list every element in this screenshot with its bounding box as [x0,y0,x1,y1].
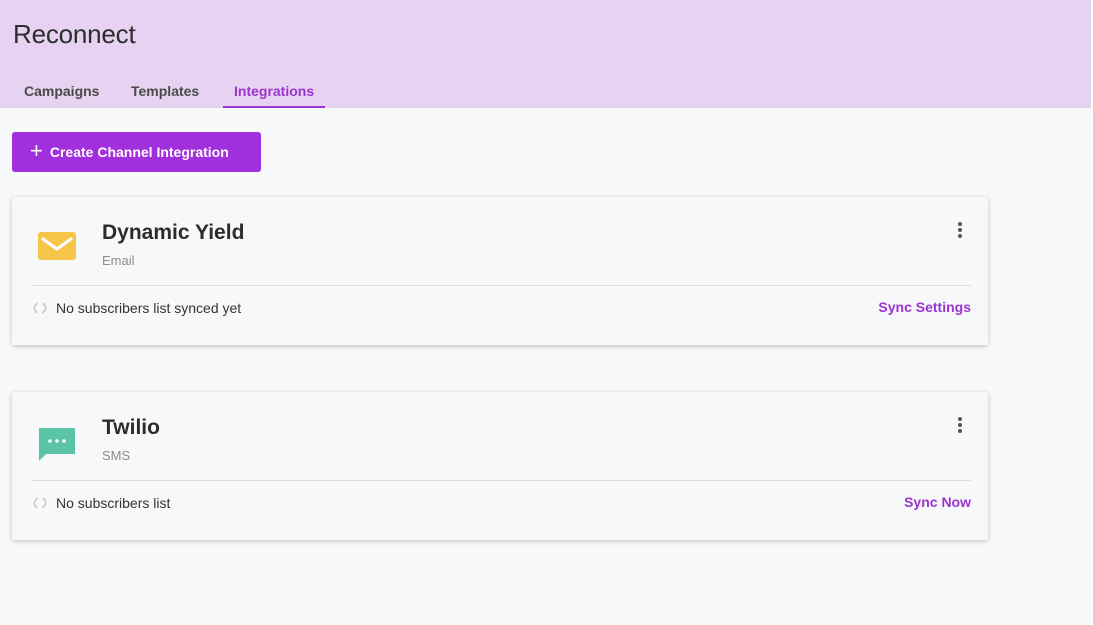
sync-settings-link[interactable]: Sync Settings [878,299,971,315]
sync-status: No subscribers list [32,495,170,511]
plus-icon: + [30,138,43,163]
card-divider [32,480,971,481]
email-icon [37,227,77,267]
create-channel-integration-button[interactable]: + Create Channel Integration [12,132,261,172]
sync-icon [32,495,48,511]
more-options-icon[interactable] [952,414,968,436]
integration-name: Twilio [102,416,160,439]
integration-name: Dynamic Yield [102,221,245,244]
sms-icon [37,422,77,462]
sync-status-text: No subscribers list synced yet [56,300,242,316]
sync-icon [32,300,48,316]
integration-card-twilio: Twilio SMS No subscribers list Sync Now [12,392,988,540]
create-button-label: Create Channel Integration [49,144,229,160]
sync-status-text: No subscribers list [56,495,171,511]
app-title: Reconnect [13,19,136,49]
tab-templates[interactable]: Templates [131,80,211,108]
app-header: Reconnect Campaigns Templates Integratio… [0,0,1091,108]
card-divider [32,285,971,286]
sync-now-link[interactable]: Sync Now [904,494,971,510]
tab-integrations[interactable]: Integrations [223,80,325,108]
integration-channel: Email [102,253,135,268]
sync-status: No subscribers list synced yet [32,300,241,316]
integration-card-dynamic-yield: Dynamic Yield Email No subscribers list … [12,197,988,345]
tab-campaigns[interactable]: Campaigns [24,80,104,108]
integration-channel: SMS [102,448,131,463]
more-options-icon[interactable] [952,219,968,241]
